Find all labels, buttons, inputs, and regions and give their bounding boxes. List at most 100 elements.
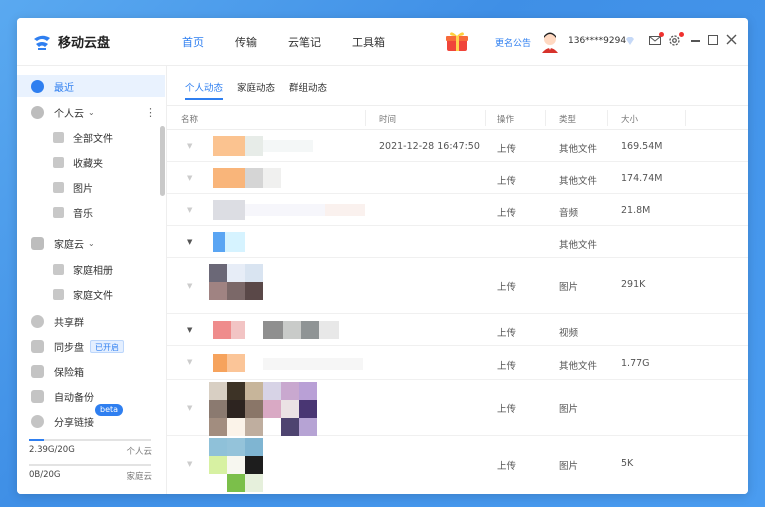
expand-arrow-icon[interactable]: ▼	[187, 326, 192, 334]
image-thumbnail[interactable]	[227, 282, 245, 300]
sidebar-item-safe-box[interactable]: 保险箱	[17, 360, 165, 382]
blurred-filename	[245, 168, 263, 188]
table-row[interactable]: ▼ 上传 图片 291K	[167, 258, 748, 314]
column-name[interactable]: 名称	[181, 113, 198, 125]
image-thumbnail[interactable]	[281, 382, 299, 400]
expand-arrow-icon[interactable]: ▼	[187, 404, 192, 412]
table-row[interactable]: ▼ 上传 视频	[167, 314, 748, 346]
expand-arrow-icon[interactable]: ▼	[187, 282, 192, 290]
image-thumbnail[interactable]	[227, 456, 245, 474]
image-thumbnail[interactable]	[263, 400, 281, 418]
image-thumbnail[interactable]	[245, 418, 263, 436]
maximize-button[interactable]	[708, 35, 718, 45]
image-thumbnail[interactable]	[209, 438, 227, 456]
expand-arrow-icon[interactable]: ▼	[187, 238, 192, 246]
image-thumbnail[interactable]	[245, 438, 263, 456]
image-thumbnail[interactable]	[227, 438, 245, 456]
image-thumbnail[interactable]	[245, 382, 263, 400]
image-icon	[53, 181, 64, 193]
image-thumbnail[interactable]	[245, 264, 263, 282]
sidebar-item-personal-cloud[interactable]: 个人云 ⌄ ⋮	[17, 101, 165, 123]
image-thumbnail[interactable]	[227, 264, 245, 282]
expand-arrow-icon[interactable]: ▼	[187, 460, 192, 468]
image-thumbnail[interactable]	[227, 400, 245, 418]
sidebar-item-music[interactable]: 音乐	[17, 201, 165, 223]
family-quota-bar	[29, 464, 151, 466]
image-thumbnail[interactable]	[281, 400, 299, 418]
sidebar-item-pictures[interactable]: 图片	[17, 176, 165, 198]
image-thumbnail[interactable]	[227, 382, 245, 400]
image-thumbnail[interactable]	[245, 456, 263, 474]
tab-personal-activity[interactable]: 个人动态	[185, 80, 224, 100]
table-row[interactable]: ▼ 上传 其他文件 1.77G	[167, 346, 748, 380]
sidebar-item-family-files[interactable]: 家庭文件	[17, 283, 165, 305]
image-thumbnail[interactable]	[209, 382, 227, 400]
image-thumbnail[interactable]	[299, 418, 317, 436]
image-thumbnail[interactable]	[245, 282, 263, 300]
minimize-button[interactable]	[691, 40, 700, 42]
sidebar-item-recent[interactable]: 最近	[17, 75, 165, 97]
expand-arrow-icon[interactable]: ▼	[187, 358, 192, 366]
image-thumbnail[interactable]	[245, 400, 263, 418]
table-row[interactable]: ▼ 上传 图片 5K	[167, 436, 748, 494]
sidebar-item-share-link[interactable]: 分享链接	[17, 410, 165, 432]
table-row[interactable]: ▼ 上传 音频 21.8M	[167, 194, 748, 226]
image-thumbnail[interactable]	[245, 474, 263, 492]
video-thumbnail[interactable]	[319, 321, 339, 339]
nav-transfer[interactable]: 传输	[235, 34, 257, 50]
nav-home[interactable]: 首页	[182, 34, 204, 50]
close-icon[interactable]	[726, 34, 737, 45]
table-row[interactable]: ▼ 其他文件	[167, 226, 748, 258]
sidebar-item-auto-backup[interactable]: 自动备份	[17, 385, 165, 407]
image-thumbnail[interactable]	[263, 382, 281, 400]
account-phone[interactable]: 136****9294	[568, 36, 626, 46]
tab-family-activity[interactable]: 家庭动态	[237, 80, 275, 100]
expand-arrow-icon[interactable]: ▼	[187, 142, 192, 150]
column-time[interactable]: 时间	[379, 113, 396, 125]
table-row[interactable]: ▼ 上传 其他文件 174.74M	[167, 162, 748, 194]
tab-group-activity[interactable]: 群组动态	[289, 80, 327, 100]
image-thumbnail[interactable]	[227, 474, 245, 492]
expand-arrow-icon[interactable]: ▼	[187, 174, 192, 182]
sidebar-item-sync-disk[interactable]: 同步盘 已开启	[17, 335, 165, 357]
sidebar-item-family-cloud[interactable]: 家庭云 ⌄	[17, 232, 165, 254]
table-row[interactable]: ▼ 2021-12-28 16:47:50 上传 其他文件 169.54M	[167, 130, 748, 162]
column-action[interactable]: 操作	[497, 113, 514, 125]
video-thumbnail[interactable]	[263, 321, 283, 339]
table-row[interactable]: ▼ 上传 图片	[167, 380, 748, 436]
video-thumbnail[interactable]	[213, 321, 231, 339]
image-thumbnail[interactable]	[299, 382, 317, 400]
sidebar-scrollbar[interactable]	[160, 126, 165, 196]
column-type[interactable]: 类型	[559, 113, 576, 125]
image-thumbnail[interactable]	[209, 418, 227, 436]
diamond-icon[interactable]	[625, 36, 635, 46]
sync-enabled-badge: 已开启	[90, 339, 124, 353]
column-size[interactable]: 大小	[621, 113, 638, 125]
image-thumbnail[interactable]	[227, 418, 245, 436]
video-thumbnail[interactable]	[231, 321, 245, 339]
row-size: 21.8M	[621, 205, 651, 216]
sidebar-item-all-files[interactable]: 全部文件	[17, 126, 165, 148]
image-thumbnail[interactable]	[281, 418, 299, 436]
expand-arrow-icon[interactable]: ▼	[187, 206, 192, 214]
user-avatar[interactable]	[540, 31, 560, 53]
image-thumbnail[interactable]	[209, 282, 227, 300]
sidebar-item-family-album[interactable]: 家庭相册	[17, 258, 165, 280]
nav-cloud-notes[interactable]: 云笔记	[288, 34, 321, 50]
image-thumbnail[interactable]	[299, 400, 317, 418]
image-thumbnail[interactable]	[209, 264, 227, 282]
image-thumbnail[interactable]	[209, 400, 227, 418]
image-thumbnail[interactable]	[209, 456, 227, 474]
more-options-icon[interactable]: ⋮	[145, 106, 156, 119]
clock-icon	[31, 79, 44, 93]
sidebar-item-favorites[interactable]: 收藏夹	[17, 151, 165, 173]
rename-notice-link[interactable]: 更名公告	[495, 36, 531, 49]
sidebar-item-shared-group[interactable]: 共享群	[17, 310, 165, 332]
video-thumbnail[interactable]	[283, 321, 301, 339]
gift-icon[interactable]	[445, 30, 469, 52]
mail-icon[interactable]	[649, 35, 661, 46]
nav-toolbox[interactable]: 工具箱	[352, 34, 385, 50]
video-thumbnail[interactable]	[301, 321, 319, 339]
row-type: 其他文件	[559, 240, 598, 251]
app-window: 移动云盘 首页 传输 云笔记 工具箱 更名公告 136****9294 最近 个…	[17, 18, 748, 494]
